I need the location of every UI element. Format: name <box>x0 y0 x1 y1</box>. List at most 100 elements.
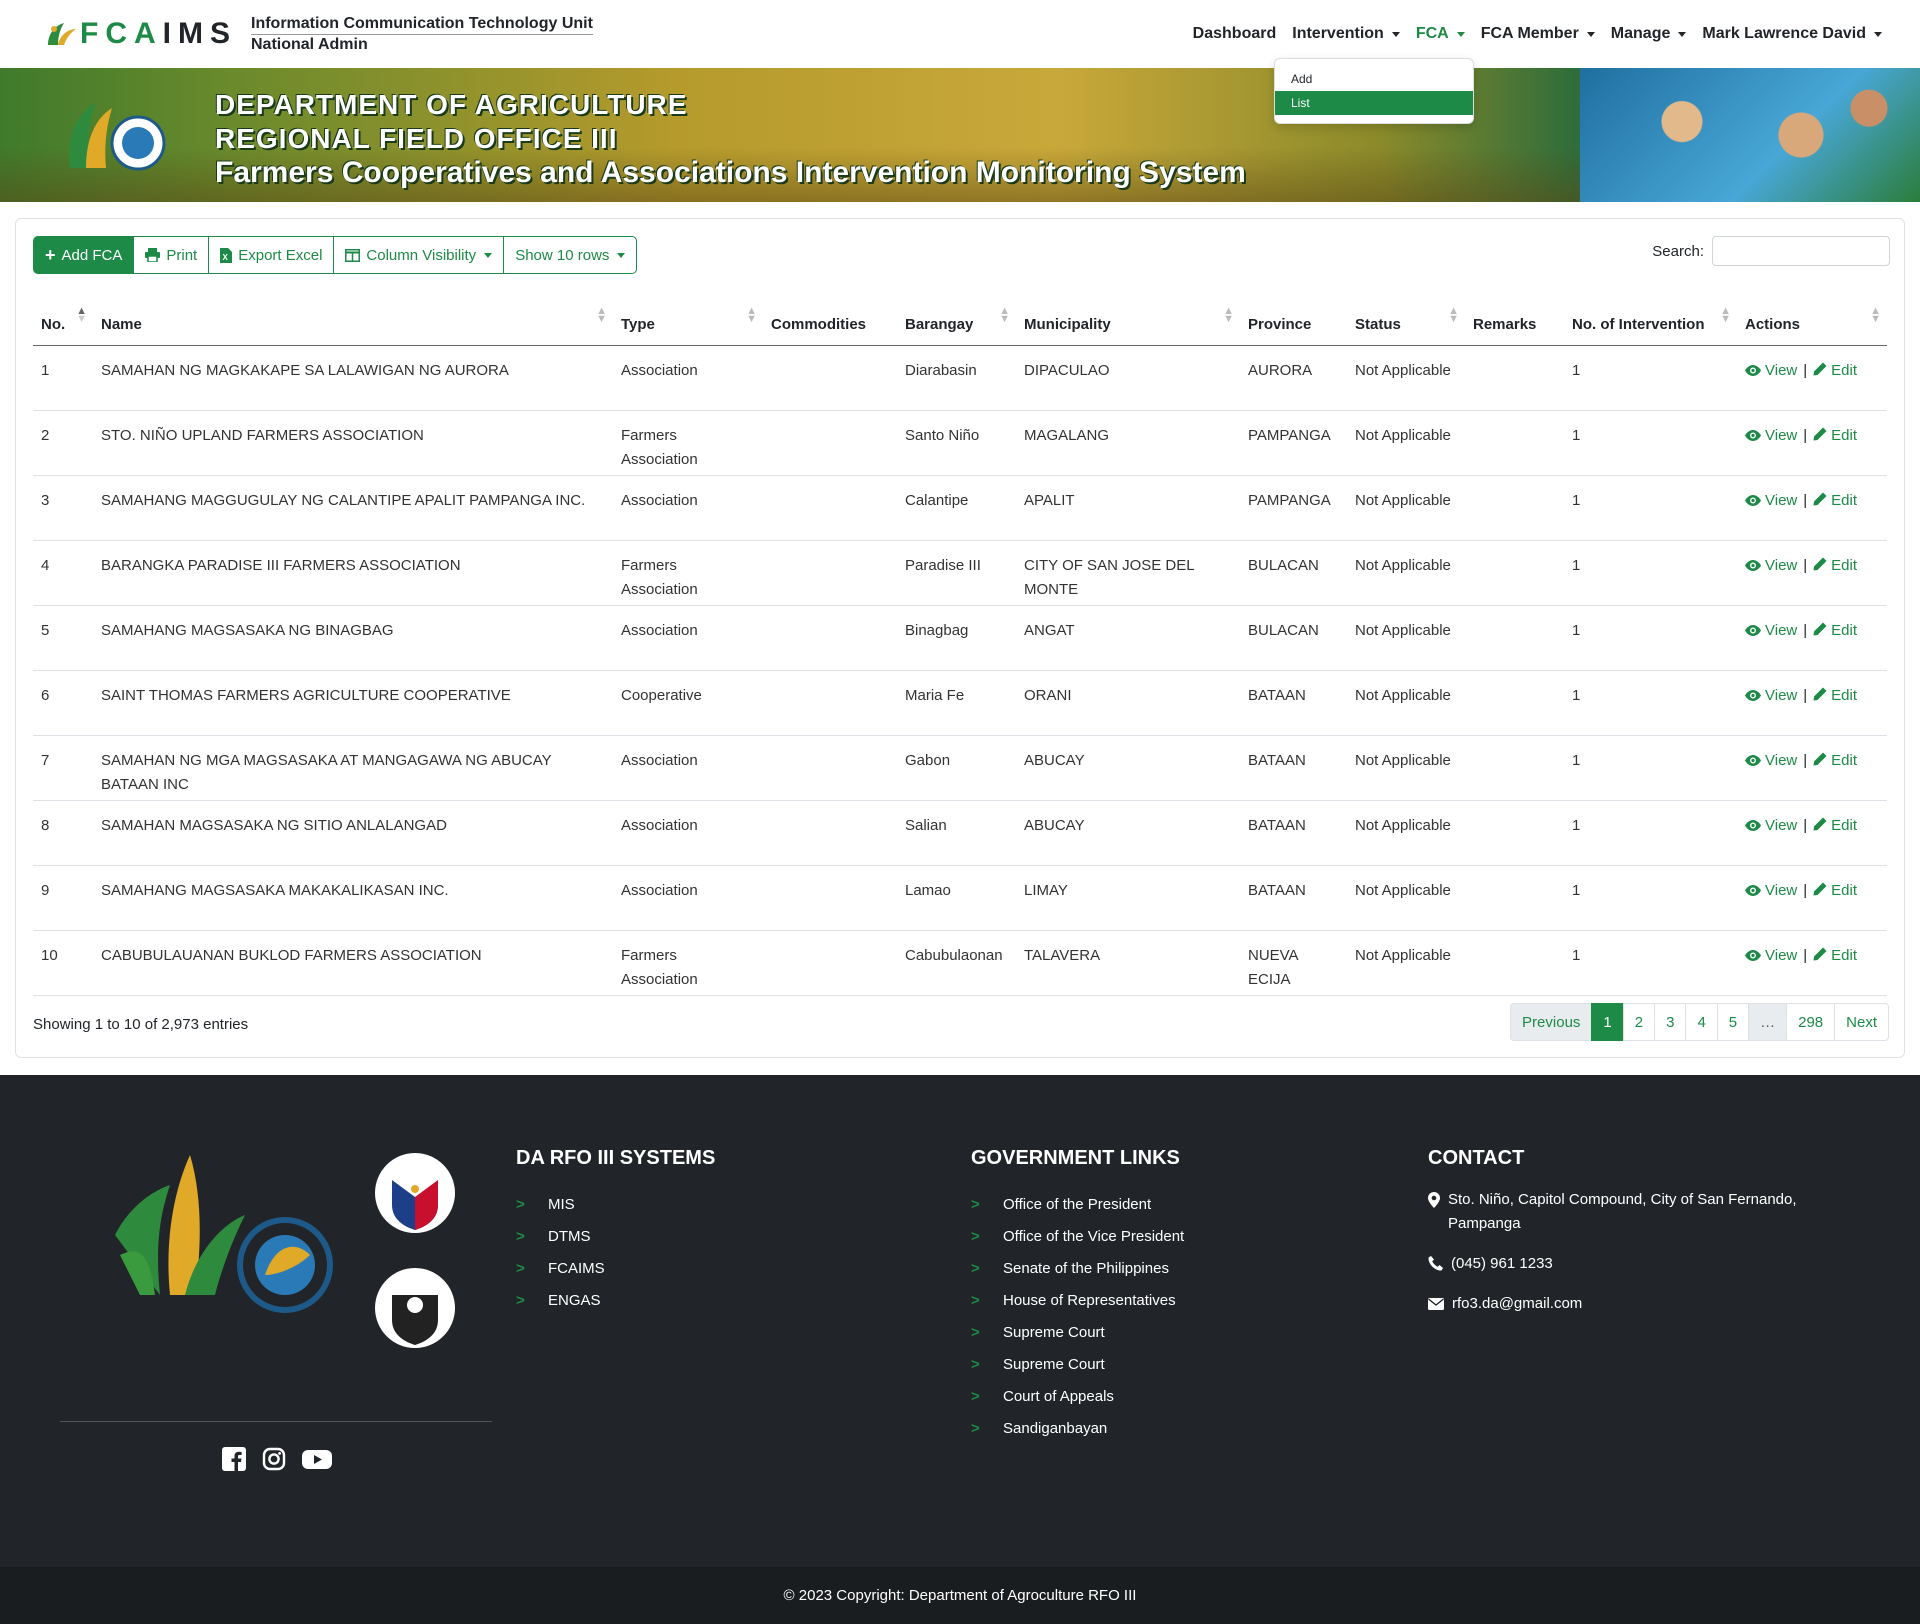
nav-manage[interactable]: Manage <box>1603 25 1695 43</box>
show-rows-button[interactable]: Show 10 rows <box>503 236 638 274</box>
gov-link[interactable]: > Senate of the Philippines <box>971 1252 1184 1284</box>
edit-link[interactable]: Edit <box>1813 362 1857 379</box>
system-link[interactable]: > MIS <box>516 1188 715 1220</box>
view-link[interactable]: View <box>1745 427 1797 444</box>
nav-fca-member[interactable]: FCA Member <box>1473 25 1603 43</box>
cell-actions: View | Edit <box>1737 670 1887 736</box>
gov-link[interactable]: > Supreme Court <box>971 1316 1184 1348</box>
cell-province: AURORA <box>1240 345 1347 411</box>
page-button[interactable]: 5 <box>1716 1003 1750 1041</box>
edit-link[interactable]: Edit <box>1813 492 1857 509</box>
cell-municipality: CITY OF SAN JOSE DEL MONTE <box>1016 540 1240 606</box>
contact-phone[interactable]: (045) 961 1233 <box>1428 1252 1868 1276</box>
col-header-barangay[interactable]: Barangay ▲ ▼ <box>897 285 1016 346</box>
edit-link[interactable]: Edit <box>1813 557 1857 574</box>
button-label: Print <box>166 246 198 264</box>
page-button[interactable]: 1 <box>1591 1003 1624 1041</box>
col-header-province[interactable]: Province <box>1240 285 1347 346</box>
menu-item-add[interactable]: Add <box>1275 67 1473 91</box>
gov-link[interactable]: > House of Representatives <box>971 1284 1184 1316</box>
nav-fca[interactable]: FCA <box>1408 25 1473 43</box>
button-label: Add FCA <box>61 246 123 264</box>
next-page-button[interactable]: Next <box>1834 1003 1889 1041</box>
cell-status: Not Applicable <box>1347 735 1465 801</box>
link-label: Office of the President <box>1003 1195 1152 1213</box>
col-header-name[interactable]: Name ▲ ▼ <box>93 285 613 346</box>
header-label: Commodities <box>771 315 867 333</box>
sort-icon: ▲ ▼ <box>1720 305 1731 325</box>
cell-name: BARANGKA PARADISE III FARMERS ASSOCIATIO… <box>93 540 613 606</box>
col-header-commodities[interactable]: Commodities <box>763 285 897 346</box>
search-input[interactable] <box>1712 236 1890 266</box>
instagram-icon[interactable] <box>262 1447 286 1471</box>
cell-remarks <box>1465 930 1564 996</box>
print-button[interactable]: Print <box>133 236 210 274</box>
col-header-municipality[interactable]: Municipality ▲ ▼ <box>1016 285 1240 346</box>
link-label: Office of the Vice President <box>1003 1227 1185 1245</box>
gov-link[interactable]: > Supreme Court <box>971 1348 1184 1380</box>
youtube-icon[interactable] <box>302 1447 332 1471</box>
phone-text: (045) 961 1233 <box>1451 1255 1553 1272</box>
system-link[interactable]: > ENGAS <box>516 1284 715 1316</box>
action-separator: | <box>1803 751 1808 769</box>
ph-seal-icon <box>375 1153 455 1233</box>
page-button[interactable]: 4 <box>1685 1003 1718 1041</box>
link-label: Sandiganbayan <box>1003 1419 1108 1437</box>
export-excel-button[interactable]: X Export Excel <box>208 236 335 274</box>
edit-link[interactable]: Edit <box>1813 817 1857 834</box>
cell-barangay: Cabubulaonan <box>897 930 1016 996</box>
edit-link[interactable]: Edit <box>1813 427 1857 444</box>
menu-item-list[interactable]: List <box>1275 91 1473 115</box>
view-link[interactable]: View <box>1745 817 1797 834</box>
cell-name: SAMAHAN MAGSASAKA NG SITIO ANLALANGAD <box>93 800 613 866</box>
envelope-icon <box>1428 1298 1444 1310</box>
add-fca-button[interactable]: + Add FCA <box>33 236 135 274</box>
gov-link[interactable]: > Court of Appeals <box>971 1380 1184 1412</box>
page-button[interactable]: 3 <box>1654 1003 1687 1041</box>
view-link[interactable]: View <box>1745 362 1797 379</box>
banner-line1: DEPARTMENT OF AGRICULTURE <box>215 89 688 120</box>
view-link[interactable]: View <box>1745 622 1797 639</box>
last-page-button[interactable]: 298 <box>1786 1003 1836 1041</box>
view-link[interactable]: View <box>1745 882 1797 899</box>
system-link[interactable]: > DTMS <box>516 1220 715 1252</box>
action-separator: | <box>1803 556 1808 574</box>
contact-email[interactable]: rfo3.da@gmail.com <box>1428 1292 1868 1316</box>
nav-label: FCA <box>1415 25 1449 42</box>
previous-page-button[interactable]: Previous <box>1510 1003 1593 1041</box>
view-link[interactable]: View <box>1745 687 1797 704</box>
nav-dashboard[interactable]: Dashboard <box>1185 25 1285 43</box>
column-visibility-button[interactable]: Column Visibility <box>333 236 505 274</box>
col-header-interventions[interactable]: No. of Intervention ▲ ▼ <box>1564 285 1737 346</box>
col-header-no[interactable]: No. ▲ ▼ <box>33 285 93 346</box>
view-link[interactable]: View <box>1745 557 1797 574</box>
nav-user-menu[interactable]: Mark Lawrence David <box>1694 25 1890 43</box>
col-header-remarks[interactable]: Remarks <box>1465 285 1564 346</box>
edit-link[interactable]: Edit <box>1813 752 1857 769</box>
excel-file-icon: X <box>220 247 233 263</box>
nav-intervention[interactable]: Intervention <box>1284 25 1408 43</box>
col-header-status[interactable]: Status ▲ ▼ <box>1347 285 1465 346</box>
email-text: rfo3.da@gmail.com <box>1452 1295 1583 1312</box>
chevron-right-icon: > <box>971 1259 980 1277</box>
gov-link[interactable]: > Office of the Vice President <box>971 1220 1184 1252</box>
cell-interventions: 1 <box>1564 865 1737 931</box>
view-link[interactable]: View <box>1745 752 1797 769</box>
system-link[interactable]: > FCAIMS <box>516 1252 715 1284</box>
cell-name: SAMAHANG MAGGUGULAY NG CALANTIPE APALIT … <box>93 475 613 541</box>
gov-link[interactable]: > Office of the President <box>971 1188 1184 1220</box>
edit-link[interactable]: Edit <box>1813 622 1857 639</box>
edit-link[interactable]: Edit <box>1813 882 1857 899</box>
page-button[interactable]: 2 <box>1622 1003 1656 1041</box>
facebook-icon[interactable] <box>222 1447 246 1471</box>
view-label: View <box>1765 816 1798 834</box>
view-link[interactable]: View <box>1745 947 1797 964</box>
col-header-type[interactable]: Type ▲ ▼ <box>613 285 763 346</box>
edit-link[interactable]: Edit <box>1813 687 1857 704</box>
brand[interactable]: FCA IMS Information Communication Technol… <box>44 14 593 55</box>
gov-link[interactable]: > Sandiganbayan <box>971 1412 1184 1444</box>
view-link[interactable]: View <box>1745 492 1797 509</box>
cell-province: PAMPANGA <box>1240 410 1347 476</box>
edit-link[interactable]: Edit <box>1813 947 1857 964</box>
banner-line3: Farmers Cooperatives and Associations In… <box>215 156 1246 189</box>
